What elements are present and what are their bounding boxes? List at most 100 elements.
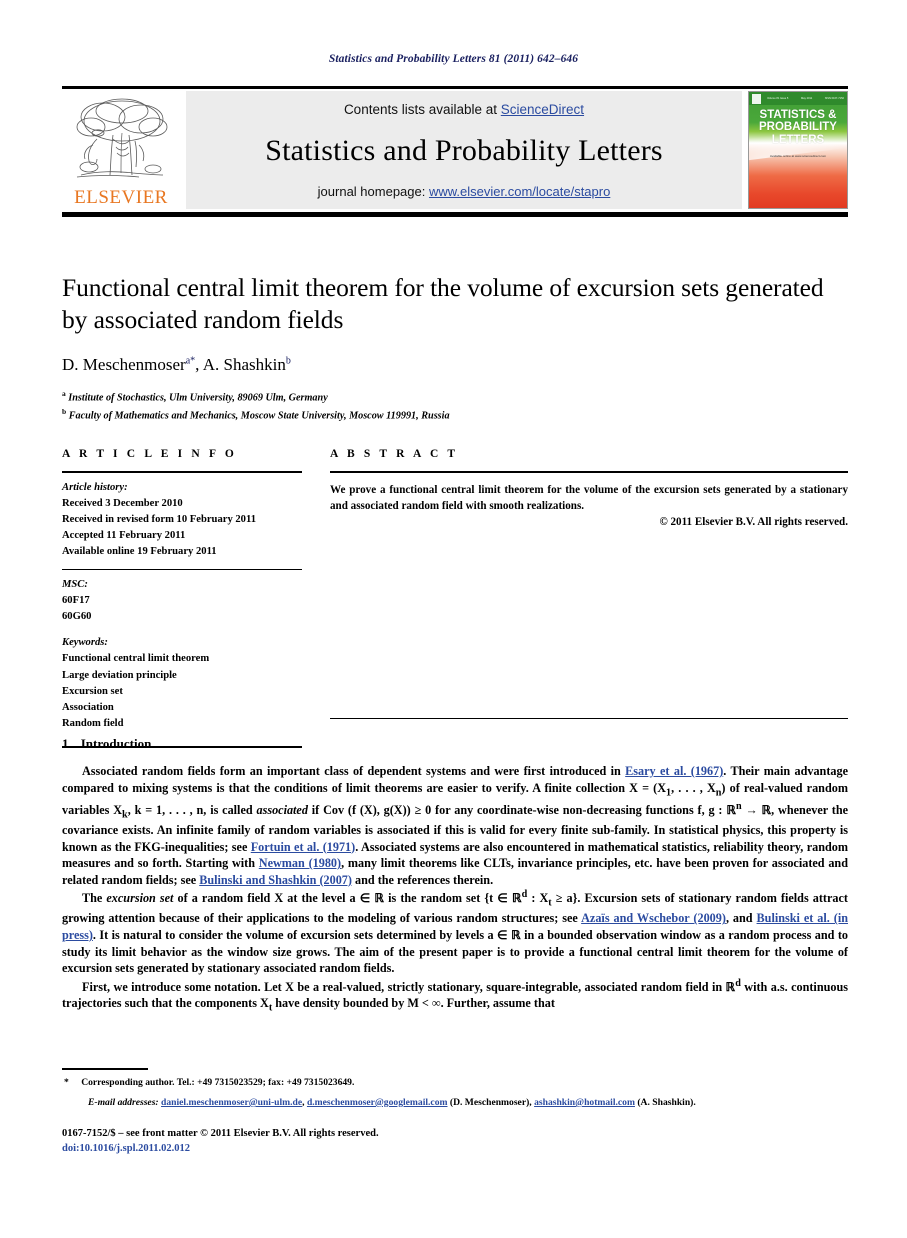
issn-front-matter-line: 0167-7152/$ – see front matter © 2011 El… — [62, 1128, 379, 1139]
journal-masthead: ELSEVIER Contents lists available at Sci… — [62, 86, 848, 217]
author-1-name: D. Meschenmoser — [62, 355, 186, 375]
homepage-prefix: journal homepage: — [317, 184, 429, 199]
author-2-affil-mark: b — [285, 355, 291, 367]
p3-t1: First, we introduce some notation. Let X… — [82, 979, 736, 994]
journal-homepage-line: journal homepage: www.elsevier.com/locat… — [318, 184, 611, 199]
author-2-name: A. Shashkin — [202, 355, 286, 375]
affiliation-b-mark: b — [62, 407, 67, 417]
paragraph-2: The excursion set of a random field X at… — [62, 889, 848, 976]
citation-fortuin-1971[interactable]: Fortuin et al. (1971) — [251, 840, 355, 854]
article-body: 1. Introduction Associated random fields … — [62, 736, 848, 1015]
cover-footer-text: Available online at www.sciencedirect.co… — [769, 154, 827, 158]
contents-available-line: Contents lists available at ScienceDirec… — [344, 102, 584, 117]
p3-t3: have density bounded by M < ∞. Further, … — [272, 996, 555, 1011]
masthead-center-panel: Contents lists available at ScienceDirec… — [186, 91, 742, 209]
article-info-heading: A R T I C L E I N F O — [62, 448, 237, 460]
keyword-1: Functional central limit theorem — [62, 653, 210, 665]
article-info-block: A R T I C L E I N F O Article history: R… — [62, 448, 302, 748]
masthead-rule-bottom — [62, 212, 848, 217]
p2-t1: The — [82, 891, 107, 906]
footnote-corresponding-text: Corresponding author. Tel.: +49 73150235… — [78, 1076, 355, 1088]
p1-t1: Associated random fields form an importa… — [82, 764, 626, 778]
keyword-5: Random field — [62, 718, 124, 730]
email-addresses-label: E-mail addresses: — [88, 1096, 159, 1108]
history-received: Received 3 December 2010 — [62, 497, 183, 509]
affiliation-b: b Faculty of Mathematics and Mechanics, … — [62, 406, 848, 424]
sciencedirect-link[interactable]: ScienceDirect — [501, 102, 584, 117]
email-link-1[interactable]: daniel.meschenmoser@uni-ulm.de — [161, 1097, 302, 1108]
elsevier-logo: ELSEVIER — [62, 91, 180, 209]
section-title: Introduction — [80, 736, 152, 751]
section-heading-introduction: 1. Introduction — [62, 736, 848, 752]
keyword-2: Large deviation principle — [62, 669, 177, 681]
article-page: Statistics and Probability Letters 81 (2… — [0, 0, 907, 1238]
abstract-rule-bottom — [330, 717, 848, 720]
imprint-block: 0167-7152/$ – see front matter © 2011 El… — [62, 1126, 848, 1156]
paper-title: Functional central limit theorem for the… — [62, 273, 824, 335]
cover-elsevier-icon — [752, 93, 761, 104]
abstract-copyright: © 2011 Elsevier B.V. All rights reserved… — [659, 515, 848, 528]
abstract-text: We prove a functional central limit theo… — [330, 483, 848, 512]
p1-t10: and the references therein. — [351, 872, 494, 887]
contents-prefix: Contents lists available at — [343, 102, 501, 117]
affiliation-a-text: Institute of Stochastics, Ulm University… — [68, 392, 328, 404]
history-revised: Received in revised form 10 February 201… — [62, 514, 256, 525]
p2-t3: : X — [527, 891, 549, 906]
journal-homepage-link[interactable]: www.elsevier.com/locate/stapro — [429, 184, 610, 199]
author-separator: , — [195, 355, 203, 375]
citation-azais-wschebor-2009[interactable]: Azaïs and Wschebor (2009) — [581, 911, 726, 925]
footnote-block: * Corresponding author. Tel.: +49 731502… — [62, 1068, 848, 1110]
article-history-section: Article history: Received 3 December 201… — [62, 473, 302, 569]
article-history-label: Article history: — [62, 481, 128, 493]
affiliation-a: a Institute of Stochastics, Ulm Universi… — [62, 388, 848, 406]
email-link-2[interactable]: d.meschenmoser@googlemail.com — [307, 1097, 448, 1108]
citation-bulinski-shashkin-2007[interactable]: Bulinski and Shashkin (2007) — [199, 873, 352, 887]
abstract-rule-top — [330, 471, 848, 473]
paragraph-3: First, we introduce some notation. Let X… — [62, 977, 848, 1014]
citation-newman-1980[interactable]: Newman (1980) — [259, 856, 341, 870]
p2-t6: . It is natural to consider the volume o… — [62, 927, 848, 976]
history-accepted: Accepted 11 February 2011 — [62, 530, 186, 542]
msc-section: MSC: 60F17 60G60 — [62, 570, 302, 634]
cover-title: STATISTICS & PROBABILITY LETTERS — [749, 109, 847, 146]
email-owner-2: (A. Shashkin). — [634, 1096, 696, 1108]
elsevier-tree-icon — [76, 98, 168, 178]
email-link-3[interactable]: ashashkin@hotmail.com — [534, 1097, 635, 1108]
p1-emph-associated: associated — [256, 802, 308, 817]
masthead-rule-top — [62, 86, 848, 89]
msc-label: MSC: — [62, 578, 88, 590]
footnote-rule — [62, 1068, 148, 1070]
cover-issn: ISSN 0167-7152 — [824, 97, 844, 100]
keywords-section: Keywords: Functional central limit theor… — [62, 633, 302, 740]
affiliations: a Institute of Stochastics, Ulm Universi… — [62, 388, 848, 424]
email-owner-1: (D. Meschenmoser), — [447, 1096, 535, 1108]
cover-volume: Volume 81 Issue 5 — [767, 97, 789, 100]
author-list: D. Meschenmosera*, A. Shashkinb — [62, 355, 848, 375]
cover-date: May 2011 — [800, 97, 813, 100]
msc-code-2: 60G60 — [62, 611, 92, 623]
p2-t2: of a random field X at the level a ∈ ℝ i… — [173, 891, 522, 906]
cover-title-line1: STATISTICS & — [759, 109, 837, 121]
affiliation-a-mark: a — [62, 389, 66, 399]
history-online: Available online 19 February 2011 — [62, 546, 217, 558]
section-number: 1. — [62, 736, 72, 751]
footnote-star-marker: * — [64, 1076, 69, 1088]
footnote-emails: E-mail addresses: daniel.meschenmoser@un… — [62, 1095, 848, 1110]
doi-link[interactable]: doi:10.1016/j.spl.2011.02.012 — [62, 1141, 848, 1156]
citation-esary-1967[interactable]: Esary et al. (1967) — [625, 764, 723, 778]
title-block: Functional central limit theorem for the… — [62, 272, 848, 425]
p1-t6: if Cov (f (X), g(X)) ≥ 0 for any coordin… — [307, 802, 736, 817]
p1-t3: , . . . , X — [671, 780, 716, 795]
keywords-label: Keywords: — [62, 637, 108, 649]
elsevier-wordmark: ELSEVIER — [74, 187, 168, 208]
abstract-block: A B S T R A C T We prove a functional ce… — [330, 448, 848, 720]
cover-title-line2: PROBABILITY — [759, 121, 837, 134]
running-head: Statistics and Probability Letters 81 (2… — [328, 53, 579, 65]
journal-cover-thumbnail[interactable]: Volume 81 Issue 5 May 2011 ISSN 0167-715… — [748, 91, 848, 209]
footnote-corresponding-author: * Corresponding author. Tel.: +49 731502… — [62, 1075, 848, 1090]
cover-top-bar: Volume 81 Issue 5 May 2011 ISSN 0167-715… — [749, 92, 847, 105]
cover-title-line3: LETTERS — [771, 133, 825, 146]
cover-bar-text: Volume 81 Issue 5 May 2011 ISSN 0167-715… — [767, 97, 844, 100]
affiliation-b-text: Faculty of Mathematics and Mechanics, Mo… — [68, 410, 450, 422]
msc-code-1: 60F17 — [62, 594, 90, 606]
